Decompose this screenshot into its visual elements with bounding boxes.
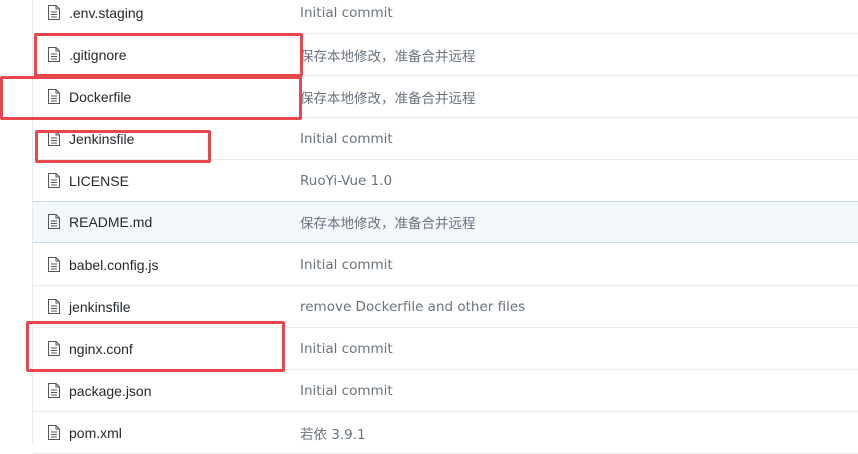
file-name-link[interactable]: Dockerfile	[69, 89, 131, 105]
file-name-link[interactable]: jenkinsfile	[69, 299, 130, 315]
file-icon	[48, 424, 60, 440]
commit-message-link[interactable]: Initial commit	[300, 257, 393, 273]
commit-message-link[interactable]: 若依 3.9.1	[300, 423, 366, 443]
commit-message-link[interactable]: 保存本地修改，准备合并远程	[300, 212, 476, 232]
file-row-license[interactable]: LICENSE RuoYi-Vue 1.0	[33, 160, 858, 202]
file-icon	[48, 172, 60, 188]
file-row-jenkinsfile-lower[interactable]: jenkinsfile remove Dockerfile and other …	[33, 286, 858, 328]
file-row-babel-config[interactable]: babel.config.js Initial commit	[33, 244, 858, 286]
file-icon	[48, 130, 60, 146]
commit-message-link[interactable]: remove Dockerfile and other files	[300, 299, 525, 315]
file-name-link[interactable]: nginx.conf	[69, 341, 133, 357]
file-row-dockerfile[interactable]: Dockerfile 保存本地修改，准备合并远程	[33, 76, 858, 118]
commit-message-link[interactable]: RuoYi-Vue 1.0	[300, 173, 392, 189]
file-icon	[48, 340, 60, 356]
file-icon	[48, 46, 60, 62]
file-icon	[48, 256, 60, 272]
file-name-link[interactable]: LICENSE	[69, 173, 129, 189]
file-row-readme[interactable]: README.md 保存本地修改，准备合并远程	[33, 201, 858, 243]
commit-message-link[interactable]: Initial commit	[300, 5, 393, 21]
file-name-link[interactable]: package.json	[69, 383, 152, 399]
commit-message-link[interactable]: Initial commit	[300, 131, 393, 147]
file-icon	[48, 4, 60, 20]
file-row-gitignore[interactable]: .gitignore 保存本地修改，准备合并远程	[33, 34, 858, 76]
file-name-link[interactable]: Jenkinsfile	[69, 131, 134, 147]
file-icon	[48, 298, 60, 314]
commit-message-link[interactable]: 保存本地修改，准备合并远程	[300, 45, 476, 65]
file-name-link[interactable]: babel.config.js	[69, 257, 159, 273]
commit-message-link[interactable]: Initial commit	[300, 383, 393, 399]
file-list: .env.staging Initial commit .gitignore 保…	[32, 0, 858, 454]
file-row-env-staging[interactable]: .env.staging Initial commit	[33, 0, 858, 34]
file-row-jenkinsfile[interactable]: Jenkinsfile Initial commit	[33, 118, 858, 160]
file-row-package-json[interactable]: package.json Initial commit	[33, 370, 858, 412]
commit-message-link[interactable]: Initial commit	[300, 341, 393, 357]
file-icon	[48, 88, 60, 104]
file-row-nginx-conf[interactable]: nginx.conf Initial commit	[33, 328, 858, 370]
file-name-link[interactable]: .env.staging	[69, 5, 143, 21]
commit-message-link[interactable]: 保存本地修改，准备合并远程	[300, 87, 476, 107]
file-name-link[interactable]: README.md	[69, 214, 152, 230]
file-icon	[48, 214, 60, 229]
file-row-pom-xml[interactable]: pom.xml 若依 3.9.1	[33, 412, 858, 454]
file-icon	[48, 382, 60, 398]
file-name-link[interactable]: pom.xml	[69, 425, 122, 441]
file-name-link[interactable]: .gitignore	[69, 47, 127, 63]
